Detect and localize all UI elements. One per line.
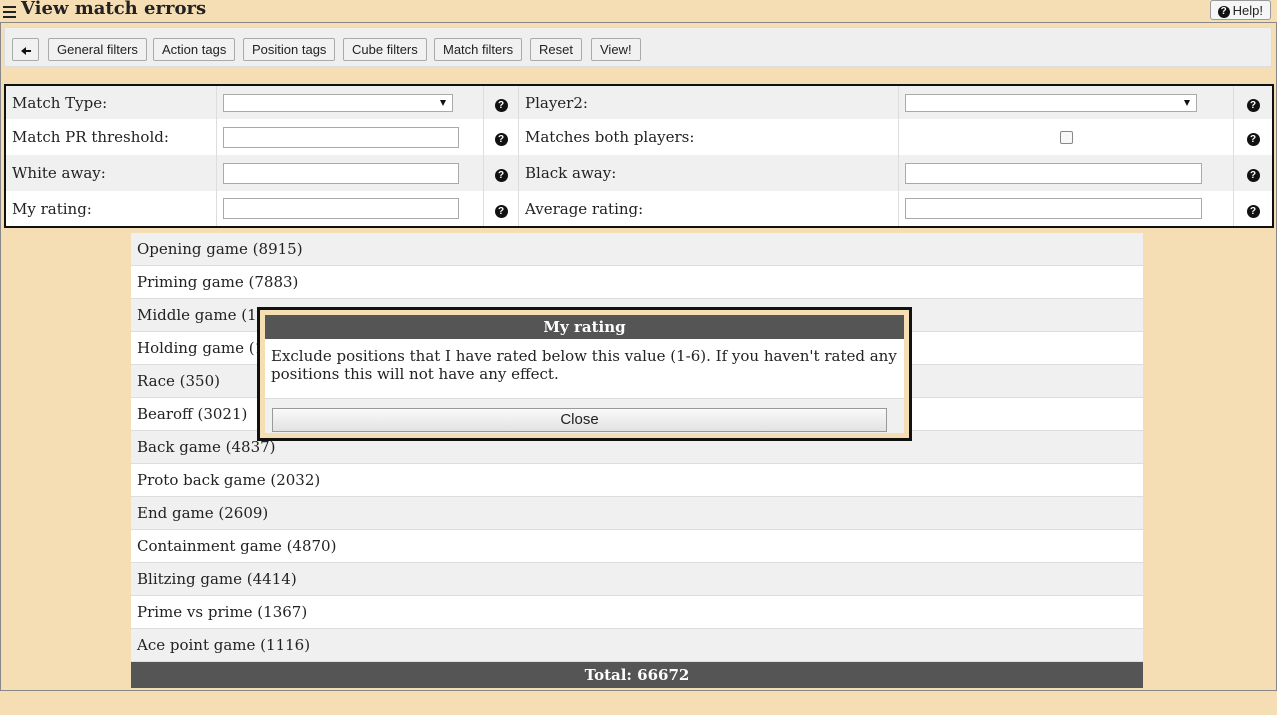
close-button[interactable]: Close	[272, 408, 887, 432]
dialog-title: My rating	[265, 315, 904, 339]
total-row: Total: 66672	[131, 662, 1143, 688]
white-away-input[interactable]	[223, 162, 459, 184]
list-item[interactable]: Priming game (7883)	[131, 266, 1143, 299]
match-pr-threshold-label: Match PR threshold:	[5, 119, 217, 155]
general-filters-button[interactable]: General filters	[48, 38, 147, 61]
my-rating-label: My rating:	[5, 191, 217, 227]
average-rating-label: Average rating:	[518, 191, 899, 227]
arrow-left-icon	[20, 45, 32, 57]
chevron-down-icon	[1184, 99, 1190, 106]
chevron-down-icon	[440, 99, 446, 106]
player2-label: Player2:	[518, 85, 899, 119]
list-item[interactable]: Ace point game (1116)	[131, 629, 1143, 662]
list-item[interactable]: Proto back game (2032)	[131, 464, 1143, 497]
match-type-label: Match Type:	[5, 85, 217, 119]
black-away-input[interactable]	[905, 162, 1202, 184]
help-icon[interactable]: ?	[494, 133, 508, 146]
list-item[interactable]: End game (2609)	[131, 497, 1143, 530]
black-away-label: Black away:	[518, 155, 899, 191]
matches-both-players-label: Matches both players:	[518, 119, 899, 155]
help-icon[interactable]: ?	[1246, 98, 1260, 112]
match-type-select[interactable]	[223, 93, 453, 112]
list-item[interactable]: Opening game (8915)	[131, 233, 1143, 266]
reset-button[interactable]: Reset	[530, 38, 582, 61]
list-item[interactable]: Containment game (4870)	[131, 530, 1143, 563]
dialog-content: My rating Exclude positions that I have …	[265, 315, 904, 433]
my-rating-input[interactable]	[223, 198, 459, 219]
help-icon[interactable]: ?	[1246, 204, 1260, 218]
help-label: Help!	[1232, 3, 1263, 18]
back-button[interactable]	[12, 38, 39, 61]
dialog-footer: Close	[265, 399, 904, 433]
help-icon[interactable]: ?	[1246, 169, 1260, 182]
help-icon[interactable]: ?	[1246, 133, 1260, 146]
action-tags-button[interactable]: Action tags	[153, 38, 236, 61]
page-title: View match errors	[21, 0, 207, 19]
player2-select[interactable]	[905, 93, 1197, 112]
dialog-body: Exclude positions that I have rated belo…	[265, 339, 904, 399]
cube-filters-button[interactable]: Cube filters	[343, 38, 427, 61]
list-item[interactable]: Blitzing game (4414)	[131, 563, 1143, 596]
list-item[interactable]: Prime vs prime (1367)	[131, 596, 1143, 629]
category-list: Opening game (8915) Priming game (7883) …	[131, 233, 1143, 688]
matches-both-players-checkbox[interactable]	[1059, 130, 1073, 144]
position-tags-button[interactable]: Position tags	[243, 38, 336, 61]
view-button[interactable]: View!	[591, 38, 641, 61]
help-icon[interactable]: ?	[494, 204, 508, 218]
help-icon[interactable]: ?	[494, 98, 508, 112]
white-away-label: White away:	[5, 155, 217, 191]
menu-icon[interactable]	[3, 6, 16, 18]
title-bar: View match errors ? Help!	[0, 0, 1277, 22]
match-filters-table: Match Type: ? Player2: ? Match PR thresh…	[4, 84, 1274, 228]
filter-toolbar: General filters Action tags Position tag…	[4, 27, 1272, 67]
average-rating-input[interactable]	[905, 198, 1202, 219]
match-filters-button[interactable]: Match filters	[434, 38, 523, 61]
help-icon[interactable]: ?	[494, 169, 508, 182]
match-pr-threshold-input[interactable]	[223, 126, 459, 148]
question-icon: ?	[1217, 5, 1230, 18]
help-button[interactable]: ? Help!	[1209, 0, 1271, 20]
my-rating-dialog: My rating Exclude positions that I have …	[257, 307, 912, 441]
